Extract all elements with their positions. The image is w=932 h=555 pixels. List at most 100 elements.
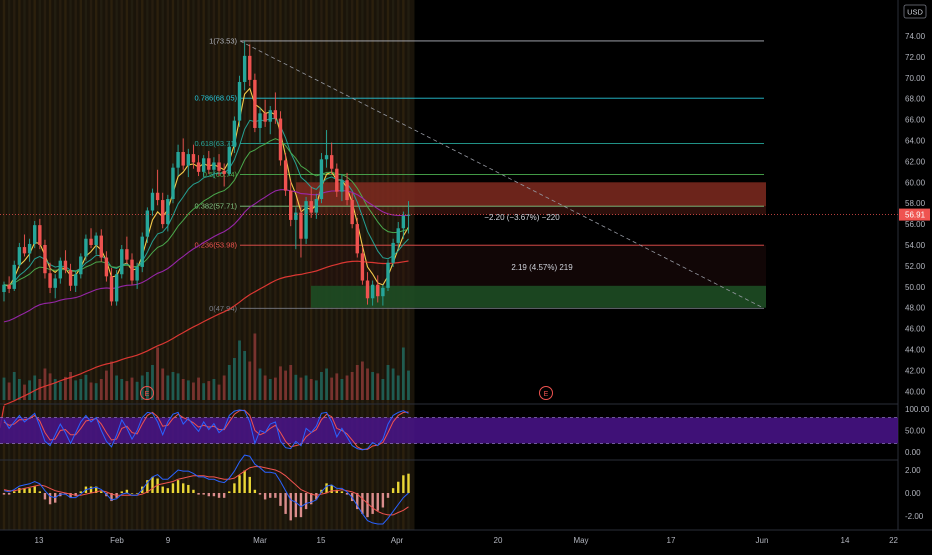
candle-body[interactable] (109, 276, 114, 302)
candle-body[interactable] (263, 113, 267, 122)
session-stripe (23, 0, 26, 530)
candle-body[interactable] (386, 262, 390, 288)
candle-body[interactable] (22, 247, 27, 254)
candle-body[interactable] (381, 287, 385, 297)
candle-body[interactable] (63, 260, 68, 271)
candle-body[interactable] (120, 249, 124, 275)
candle-body[interactable] (365, 280, 370, 299)
candle-body[interactable] (299, 212, 303, 239)
time-tick-label: May (573, 536, 588, 545)
candle-body[interactable] (242, 55, 247, 82)
candle-body[interactable] (222, 170, 226, 174)
candle-body[interactable] (196, 162, 201, 172)
candle-body[interactable] (79, 256, 83, 275)
candle-body[interactable] (258, 113, 262, 128)
candle-body[interactable] (176, 151, 180, 168)
macd-histogram-bar (176, 480, 180, 493)
volume-bar (320, 372, 323, 400)
candle-body[interactable] (278, 118, 283, 161)
macd-histogram-bar (120, 491, 123, 493)
candle-body[interactable] (99, 235, 103, 258)
currency-badge[interactable]: USD (903, 4, 927, 19)
chart-stage[interactable]: 1(73.53) 0.786(68.05) 0.618(63.71) 0.5(60.7… (0, 0, 932, 550)
candle-body[interactable] (314, 199, 319, 213)
candle-body[interactable] (304, 201, 308, 239)
candle-body[interactable] (17, 247, 22, 265)
short-position-zone[interactable] (296, 182, 766, 207)
candle-body[interactable] (12, 264, 16, 289)
candle-body[interactable] (94, 235, 98, 245)
candle-body[interactable] (248, 55, 252, 80)
candle-body[interactable] (253, 79, 257, 128)
candle-body[interactable] (38, 225, 42, 245)
candle-body[interactable] (135, 266, 139, 281)
candle-body[interactable] (186, 154, 191, 166)
candle-body[interactable] (53, 278, 57, 288)
candle-body[interactable] (283, 160, 288, 191)
candle-body[interactable] (294, 212, 298, 220)
candle-body[interactable] (84, 238, 88, 257)
time-tick-label: 14 (841, 536, 850, 545)
candle-body[interactable] (329, 155, 334, 169)
macd-histogram-bar (161, 486, 164, 493)
candle-body[interactable] (58, 260, 63, 279)
candle-body[interactable] (345, 180, 349, 201)
volume-bar (89, 382, 93, 400)
candle-body[interactable] (48, 273, 52, 288)
candle-body[interactable] (155, 192, 160, 201)
candle-body[interactable] (2, 284, 6, 293)
candle-body[interactable] (104, 257, 109, 277)
candle-body[interactable] (150, 192, 155, 211)
fib-level-label: 0(47.94) (209, 304, 237, 313)
candle-body[interactable] (335, 168, 339, 192)
candle-body[interactable] (181, 151, 185, 166)
candle-body[interactable] (324, 155, 329, 160)
candle-body[interactable] (217, 162, 221, 171)
price-tick-label: 40.00 (905, 387, 926, 396)
candle-body[interactable] (89, 238, 93, 245)
candle-body[interactable] (227, 146, 231, 174)
volume-bar (248, 361, 252, 400)
candle-body[interactable] (360, 253, 365, 281)
candle-body[interactable] (161, 200, 165, 225)
candle-body[interactable] (401, 215, 406, 229)
candle-body[interactable] (350, 200, 354, 225)
volume-bar (181, 379, 185, 400)
candle-body[interactable] (201, 158, 206, 172)
price-chart[interactable]: 1(73.53) 0.786(68.05) 0.618(63.71) 0.5(60.7… (0, 0, 932, 550)
macd-histogram-bar (248, 476, 251, 493)
candle-body[interactable] (68, 270, 73, 286)
candle-body[interactable] (114, 274, 119, 302)
volume-bar (79, 379, 83, 400)
candle-body[interactable] (166, 199, 170, 225)
candle-body[interactable] (376, 284, 380, 297)
candle-body[interactable] (232, 120, 237, 147)
candle-body[interactable] (340, 180, 344, 192)
candle-body[interactable] (370, 284, 375, 299)
candle-body[interactable] (191, 154, 196, 163)
candle-body[interactable] (273, 110, 278, 119)
candle-body[interactable] (391, 242, 395, 263)
candle-body[interactable] (140, 236, 144, 267)
candle-body[interactable] (171, 167, 175, 200)
candle-body[interactable] (125, 249, 129, 260)
candle-body[interactable] (212, 162, 216, 170)
candle-body[interactable] (268, 110, 272, 122)
candle-body[interactable] (207, 158, 211, 170)
candle-body[interactable] (130, 259, 134, 281)
candle-body[interactable] (396, 228, 400, 243)
candle-body[interactable] (27, 243, 32, 254)
volume-bar (197, 377, 200, 400)
candle-body[interactable] (319, 159, 324, 200)
volume-bar (366, 368, 369, 400)
price-tick-label: 64.00 (905, 137, 926, 146)
candle-body[interactable] (237, 81, 242, 121)
candle-body[interactable] (355, 224, 359, 254)
candle-body[interactable] (33, 225, 37, 244)
candle-body[interactable] (73, 274, 78, 286)
macd-histogram-bar (274, 493, 277, 498)
candle-body[interactable] (309, 201, 313, 213)
candle-body[interactable] (43, 245, 47, 274)
candle-body[interactable] (7, 284, 11, 289)
candle-body[interactable] (289, 190, 293, 220)
